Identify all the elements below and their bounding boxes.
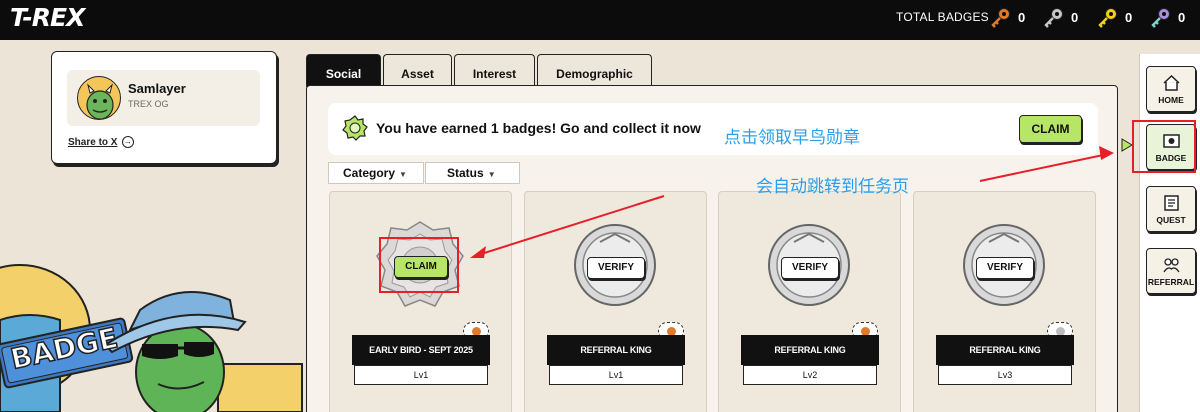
nav-quest-label: QUEST: [1156, 215, 1186, 225]
tab-demographic[interactable]: Demographic: [537, 54, 652, 87]
badge-name: REFERRAL KING: [936, 335, 1074, 365]
nav-referral[interactable]: REFERRAL: [1146, 248, 1196, 294]
nav-home[interactable]: HOME: [1146, 66, 1196, 112]
share-to-x-link[interactable]: Share to X: [68, 137, 117, 148]
badge-nav-highlight-box: [1132, 120, 1196, 173]
rainbow-key-icon: [1151, 8, 1170, 28]
badge-card-early-bird[interactable]: CLAIM EARLY BIRD - SEPT 2025 Lv1: [329, 191, 512, 412]
chevron-down-icon: ▼: [487, 170, 496, 179]
badge-seal-icon: [342, 115, 368, 141]
rainbow-key-count: 0: [1178, 10, 1186, 25]
claim-all-button[interactable]: CLAIM: [1019, 115, 1082, 143]
profile-card: Samlayer TREX OG Share to X →: [51, 51, 277, 164]
nav-home-label: HOME: [1158, 95, 1184, 105]
gold-key-count: 0: [1125, 10, 1133, 25]
profile-name: Samlayer: [128, 81, 186, 96]
chevron-down-icon: ▼: [399, 170, 407, 179]
top-bar: T-REX TOTAL BADGES 0 0 0 0: [0, 0, 1200, 40]
badge-card-referral-lv2[interactable]: VERIFY REFERRAL KING Lv2: [718, 191, 901, 412]
badge-name: REFERRAL KING: [547, 335, 685, 365]
badge-card-referral-lv1[interactable]: VERIFY REFERRAL KING Lv1: [524, 191, 707, 412]
category-dropdown[interactable]: Category ▼: [328, 162, 424, 184]
annotation-click-claim: 点击领取早鸟勋章: [724, 128, 860, 148]
avatar[interactable]: [77, 76, 121, 120]
category-label: Category: [343, 166, 396, 180]
claim-highlight-box: [379, 237, 459, 293]
profile-subtitle: TREX OG: [128, 99, 169, 109]
total-badges-label: TOTAL BADGES: [896, 10, 989, 24]
silver-key-count: 0: [1071, 10, 1079, 25]
gold-key-icon: [1098, 8, 1117, 28]
referral-icon: [1163, 258, 1180, 273]
quest-icon: [1164, 195, 1179, 211]
status-label: Status: [447, 166, 484, 180]
nav-quest[interactable]: QUEST: [1146, 186, 1196, 232]
verify-button[interactable]: VERIFY: [587, 257, 645, 279]
badge-level: Lv2: [743, 365, 877, 385]
verify-button[interactable]: VERIFY: [781, 257, 839, 279]
trex-logo[interactable]: T-REX: [10, 3, 85, 32]
badge-level: Lv3: [938, 365, 1072, 385]
badge-level: Lv1: [549, 365, 683, 385]
profile-info: Samlayer TREX OG: [67, 70, 260, 126]
tab-social[interactable]: Social: [306, 54, 381, 87]
earned-banner: You have earned 1 badges! Go and collect…: [328, 103, 1098, 155]
badge-name: EARLY BIRD - SEPT 2025: [352, 335, 490, 365]
home-icon: [1163, 75, 1180, 91]
silver-key-icon: [1044, 8, 1063, 28]
bronze-key-icon: [991, 8, 1010, 28]
badge-level: Lv1: [354, 365, 488, 385]
annotation-auto-jump: 会自动跳转到任务页: [756, 177, 909, 197]
bronze-key-count: 0: [1018, 10, 1026, 25]
earned-message: You have earned 1 badges! Go and collect…: [376, 120, 701, 136]
share-icon[interactable]: →: [122, 136, 134, 148]
badge-name: REFERRAL KING: [741, 335, 879, 365]
status-dropdown[interactable]: Status ▼: [425, 162, 520, 184]
tab-interest[interactable]: Interest: [454, 54, 535, 87]
badge-card-referral-lv3[interactable]: VERIFY REFERRAL KING Lv3: [913, 191, 1096, 412]
right-nav: HOME BADGE QUEST REFERRAL: [1139, 54, 1200, 412]
nav-referral-label: REFERRAL: [1147, 277, 1195, 287]
tab-asset[interactable]: Asset: [383, 54, 452, 87]
verify-button[interactable]: VERIFY: [976, 257, 1034, 279]
